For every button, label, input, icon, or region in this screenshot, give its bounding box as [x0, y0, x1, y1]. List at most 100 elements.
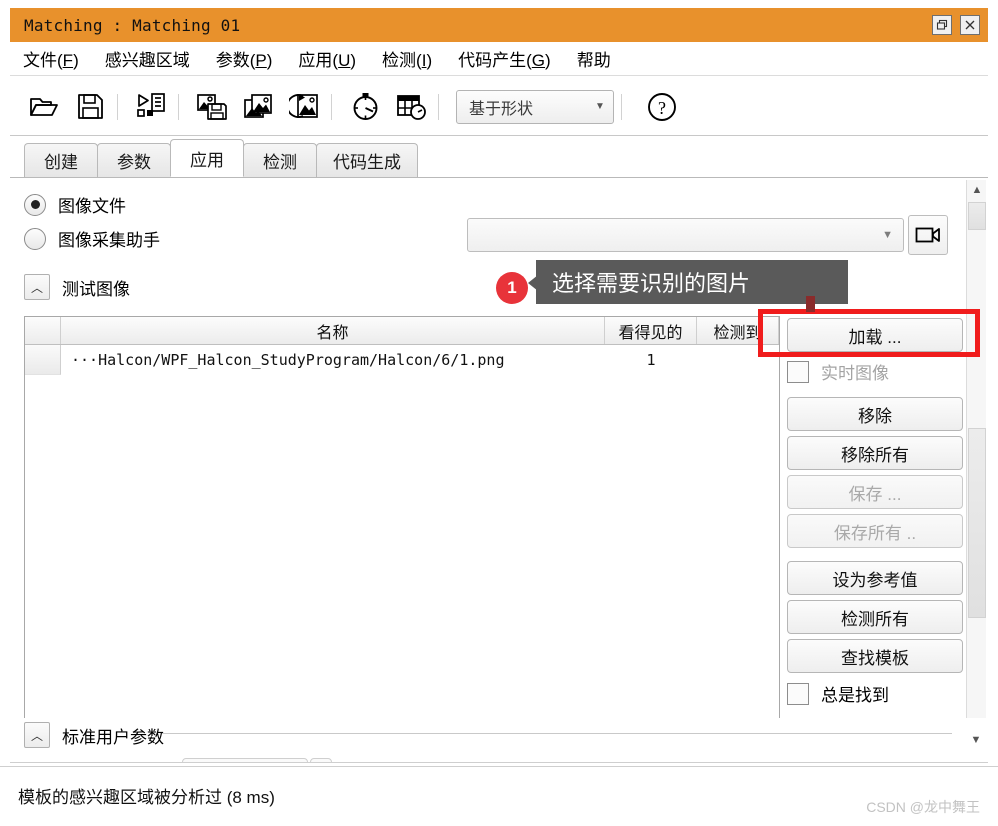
annotation-badge-1: 1 — [496, 272, 528, 304]
remove-all-button-label: 移除所有 — [841, 445, 909, 465]
vscroll-thumb[interactable] — [968, 428, 986, 618]
annotation-callout-text: 选择需要识别的图片 — [552, 271, 751, 296]
toolbar: 基于形状 ▼ ? — [10, 78, 988, 136]
svg-text:?: ? — [658, 98, 666, 118]
menu-codegen[interactable]: 代码产生(G) — [445, 44, 564, 73]
standard-user-params-header[interactable]: ︿ 标准用户参数 — [24, 722, 164, 748]
window-title: Matching : Matching 01 — [24, 15, 241, 35]
chevron-up-icon[interactable]: ︿ — [24, 274, 50, 300]
run-list-icon[interactable] — [131, 87, 171, 127]
timer-icon[interactable] — [345, 87, 385, 127]
annotation-callout-tail — [528, 275, 538, 291]
standard-user-params-label: 标准用户参数 — [62, 727, 164, 747]
menu-file[interactable]: 文件(F) — [10, 44, 92, 73]
camera-icon[interactable] — [908, 215, 948, 255]
menu-help-label: 帮助 — [576, 51, 611, 70]
find-template-button[interactable]: 查找模板 — [787, 639, 963, 673]
tab-apply-label: 应用 — [190, 150, 224, 170]
menu-roi-label: 感兴趣区域 — [104, 51, 190, 70]
close-icon — [965, 20, 975, 30]
table-corner-cell — [25, 317, 61, 344]
images-icon[interactable] — [238, 87, 278, 127]
scroll-up-icon[interactable]: ▲ — [967, 180, 987, 200]
menu-apply-label: 应用 — [298, 51, 333, 70]
method-combo-value: 基于形状 — [469, 100, 534, 118]
save-image-icon[interactable] — [192, 87, 232, 127]
toolbar-separator-3 — [331, 93, 332, 120]
chevron-down-icon: ▼ — [882, 229, 893, 241]
toolbar-separator-1 — [117, 93, 118, 120]
live-image-checkbox-box[interactable] — [787, 360, 809, 383]
tab-codegen-label: 代码生成 — [333, 153, 401, 172]
method-combo[interactable]: 基于形状 ▼ — [456, 89, 614, 124]
tab-parameters[interactable]: 参数 — [97, 143, 171, 177]
detect-all-button[interactable]: 检测所有 — [787, 600, 963, 634]
table-timer-icon[interactable] — [391, 87, 431, 127]
menu-bar: 文件(F) 感兴趣区域 参数(P) 应用(U) 检测(I) 代码产生(G) 帮助 — [10, 42, 988, 76]
set-reference-button-label: 设为参考值 — [832, 570, 918, 590]
load-button[interactable]: 加载 ... — [787, 318, 963, 352]
tab-inspect-label: 检测 — [263, 153, 297, 172]
menu-file-label: 文件 — [23, 51, 57, 70]
restore-button[interactable] — [932, 15, 952, 35]
table-column-name[interactable]: 名称 — [61, 317, 605, 344]
chevron-up-icon[interactable]: ︿ — [24, 722, 50, 748]
menu-file-mnemonic: F — [62, 51, 74, 70]
save-all-button-label: 保存所有 .. — [833, 523, 917, 543]
menu-parameters[interactable]: 参数(P) — [203, 44, 286, 73]
find-template-button-label: 查找模板 — [841, 648, 909, 668]
table-cell-detected — [697, 345, 779, 375]
vscroll-thumb-top[interactable] — [968, 202, 986, 230]
close-button[interactable] — [960, 15, 980, 35]
always-find-checkbox-box[interactable] — [787, 682, 809, 705]
menu-inspect[interactable]: 检测(I) — [369, 44, 445, 73]
remove-button[interactable]: 移除 — [787, 397, 963, 431]
annotation-red-tick — [806, 296, 815, 312]
table-row[interactable]: ···Halcon/WPF_Halcon_StudyProgram/Halcon… — [25, 345, 779, 375]
live-image-checkbox-label: 实时图像 — [821, 364, 889, 383]
panel-vertical-scrollbar[interactable]: ▲ ▼ — [966, 180, 986, 760]
save-disk-icon[interactable] — [70, 87, 110, 127]
scroll-down-icon-bottom[interactable]: ▼ — [966, 730, 986, 750]
table-column-detected[interactable]: 检测到 — [697, 317, 779, 344]
remove-all-button[interactable]: 移除所有 — [787, 436, 963, 470]
test-images-table: 名称 看得见的 检测到 ···Halcon/WPF_Halcon_StudyPr… — [24, 316, 780, 762]
save-button-label: 保存 ... — [848, 484, 902, 504]
menu-apply[interactable]: 应用(U) — [285, 44, 369, 73]
radio-image-acquisition[interactable]: 图像采集助手 — [24, 226, 160, 251]
menu-inspect-mnemonic: I — [421, 51, 427, 70]
radio-image-file-label: 图像文件 — [58, 197, 126, 216]
tab-apply[interactable]: 应用 — [170, 139, 244, 177]
always-find-checkbox[interactable]: 总是找到 — [787, 681, 889, 706]
table-cell-seen: 1 — [646, 351, 656, 369]
table-cell-name: ···Halcon/WPF_Halcon_StudyProgram/Halcon… — [71, 351, 505, 369]
table-body: ···Halcon/WPF_Halcon_StudyProgram/Halcon… — [25, 345, 779, 762]
help-question-icon[interactable]: ? — [643, 88, 681, 126]
menu-roi[interactable]: 感兴趣区域 — [92, 44, 203, 73]
reload-image-icon[interactable] — [284, 87, 324, 127]
menu-help[interactable]: 帮助 — [564, 44, 624, 73]
table-row-selector[interactable] — [25, 345, 61, 375]
tab-create[interactable]: 创建 — [24, 143, 98, 177]
status-message: 模板的感兴趣区域被分析过 (8 ms) — [18, 788, 275, 807]
tab-codegen[interactable]: 代码生成 — [316, 143, 418, 177]
open-folder-icon[interactable] — [24, 87, 64, 127]
tab-inspect[interactable]: 检测 — [243, 143, 317, 177]
save-button: 保存 ... — [787, 475, 963, 509]
toolbar-separator-4 — [438, 93, 439, 120]
window-left-gap — [0, 0, 10, 826]
csdn-watermark: CSDN @龙中舞王 — [866, 799, 980, 815]
acquisition-combo[interactable]: ▼ — [467, 218, 904, 252]
radio-image-file[interactable]: 图像文件 — [24, 192, 126, 217]
group-divider-rule — [162, 733, 952, 734]
radio-image-file-indicator — [24, 193, 46, 216]
status-bar: 模板的感兴趣区域被分析过 (8 ms) CSDN @龙中舞王 — [0, 766, 998, 826]
table-header-row: 名称 看得见的 检测到 — [25, 317, 779, 345]
test-images-group-header[interactable]: ︿ 测试图像 — [24, 274, 130, 300]
standard-user-params-group: ︿ 标准用户参数 ▼ — [10, 718, 988, 762]
menu-apply-mnemonic: U — [338, 51, 351, 70]
table-column-seen[interactable]: 看得见的 — [605, 317, 697, 344]
set-reference-button[interactable]: 设为参考值 — [787, 561, 963, 595]
live-image-checkbox[interactable]: 实时图像 — [787, 359, 889, 384]
toolbar-separator-5 — [621, 93, 622, 120]
